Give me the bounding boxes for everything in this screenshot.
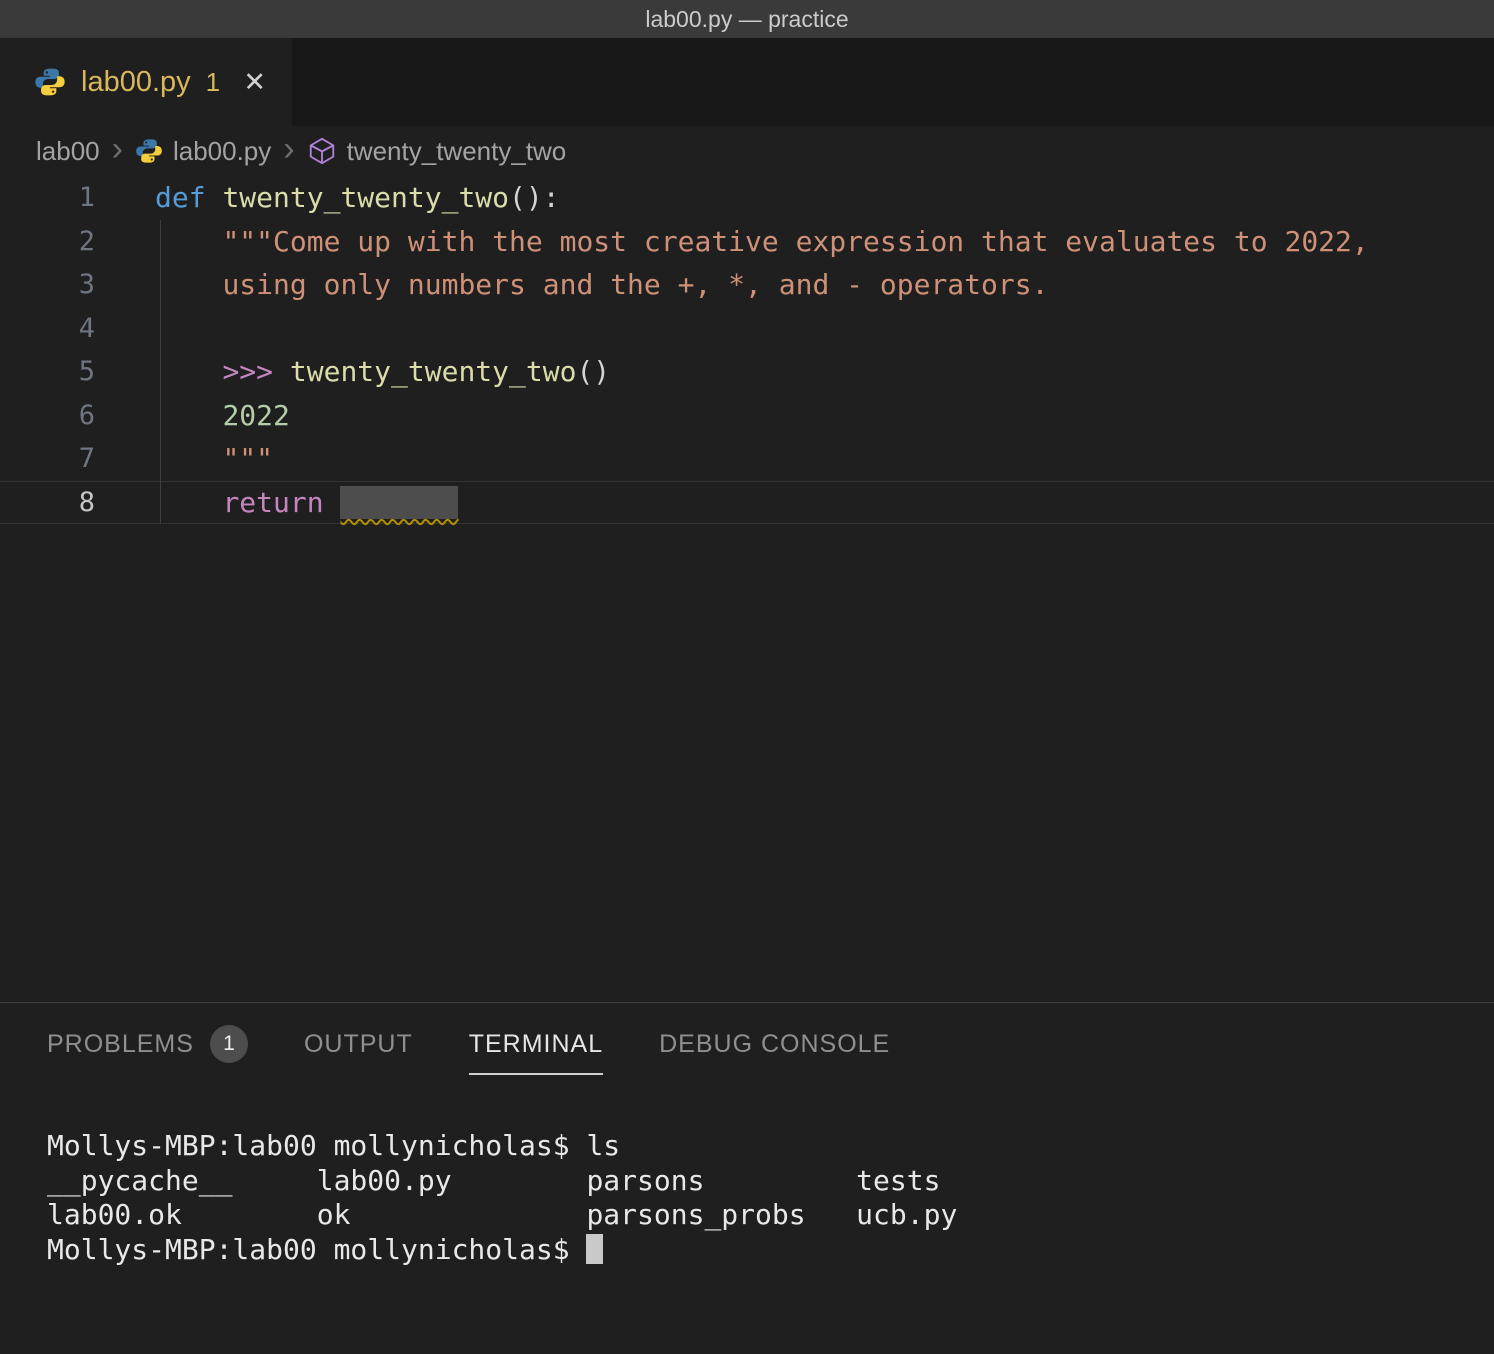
line-number: 8 (0, 481, 95, 525)
code-lines: 1def twenty_twenty_two():2 """Come up wi… (0, 176, 1494, 524)
tab-problem-count-badge: 1 (206, 67, 220, 98)
breadcrumb-folder[interactable]: lab00 (36, 136, 100, 167)
panel-tab-problems-label: PROBLEMS (47, 1030, 194, 1059)
code-line-4[interactable]: 4 (0, 307, 1494, 351)
code-line-6[interactable]: 6 2022 (0, 394, 1494, 438)
panel-tab-bar: PROBLEMS 1 OUTPUT TERMINAL DEBUG CONSOLE (0, 1003, 1494, 1079)
line-number: 3 (0, 263, 95, 307)
python-icon (135, 137, 163, 165)
code-text: >>> twenty_twenty_two() (155, 350, 610, 394)
panel-tab-debug-console-label: DEBUG CONSOLE (659, 1030, 890, 1059)
tab-filename: lab00.py (81, 66, 191, 99)
panel-tab-terminal-label: TERMINAL (469, 1030, 603, 1059)
code-text: """ (155, 437, 273, 481)
code-text: return (155, 481, 458, 525)
code-line-8[interactable]: 8 return (0, 481, 1494, 525)
code-editor[interactable]: 1def twenty_twenty_two():2 """Come up wi… (0, 176, 1494, 1002)
window-title: lab00.py — practice (645, 6, 848, 33)
chevron-right-icon: › (112, 130, 123, 169)
terminal-line: Mollys-MBP:lab00 mollynicholas$ ls (47, 1129, 1494, 1164)
line-number: 7 (0, 437, 95, 481)
line-number: 6 (0, 394, 95, 438)
code-text: def twenty_twenty_two(): (155, 176, 560, 220)
breadcrumb-symbol[interactable]: twenty_twenty_two (307, 136, 567, 167)
panel-tab-terminal[interactable]: TERMINAL (469, 1030, 603, 1075)
tab-lab00py[interactable]: lab00.py 1 ✕ (0, 38, 292, 126)
breadcrumb-file[interactable]: lab00.py (135, 136, 271, 167)
breadcrumb-folder-label: lab00 (36, 136, 100, 167)
code-text: """Come up with the most creative expres… (155, 220, 1369, 264)
terminal-line: __pycache__ lab00.py parsons tests (47, 1164, 1494, 1199)
line-number: 5 (0, 350, 95, 394)
code-line-5[interactable]: 5 >>> twenty_twenty_two() (0, 350, 1494, 394)
tab-close-icon[interactable]: ✕ (243, 67, 266, 98)
chevron-right-icon: › (283, 130, 294, 169)
panel-tab-output[interactable]: OUTPUT (304, 1030, 413, 1075)
vscode-window: lab00.py — practice lab00.py 1 ✕ lab00 › (0, 0, 1494, 1354)
panel-tab-problems[interactable]: PROBLEMS 1 (47, 1025, 248, 1079)
symbol-namespace-icon (307, 136, 337, 166)
bottom-panel: PROBLEMS 1 OUTPUT TERMINAL DEBUG CONSOLE… (0, 1002, 1494, 1354)
breadcrumb-symbol-label: twenty_twenty_two (347, 136, 567, 167)
terminal-line: Mollys-MBP:lab00 mollynicholas$ (47, 1233, 1494, 1268)
code-line-7[interactable]: 7 """ (0, 437, 1494, 481)
line-number: 1 (0, 176, 95, 220)
code-line-2[interactable]: 2 """Come up with the most creative expr… (0, 220, 1494, 264)
indent-guide (160, 220, 161, 524)
problems-count-badge: 1 (210, 1025, 248, 1063)
line-number: 4 (0, 307, 95, 351)
panel-tab-debug-console[interactable]: DEBUG CONSOLE (659, 1030, 890, 1075)
terminal-line: lab00.ok ok parsons_probs ucb.py (47, 1198, 1494, 1233)
line-number: 2 (0, 220, 95, 264)
panel-tab-output-label: OUTPUT (304, 1030, 413, 1059)
tab-bar: lab00.py 1 ✕ (0, 38, 1494, 126)
terminal-cursor (586, 1234, 603, 1264)
terminal[interactable]: Mollys-MBP:lab00 mollynicholas$ ls__pyca… (47, 1129, 1494, 1267)
code-text: using only numbers and the +, *, and - o… (155, 263, 1048, 307)
code-line-1[interactable]: 1 def twenty_twenty_two(): (0, 176, 1494, 220)
code-line-3[interactable]: 3 using only numbers and the +, *, and -… (0, 263, 1494, 307)
code-text: 2022 (155, 394, 290, 438)
breadcrumb-file-label: lab00.py (173, 136, 271, 167)
python-icon (34, 66, 66, 98)
titlebar: lab00.py — practice (0, 0, 1494, 38)
breadcrumb: lab00 › lab00.py › twenty_twenty_two (0, 126, 1494, 176)
